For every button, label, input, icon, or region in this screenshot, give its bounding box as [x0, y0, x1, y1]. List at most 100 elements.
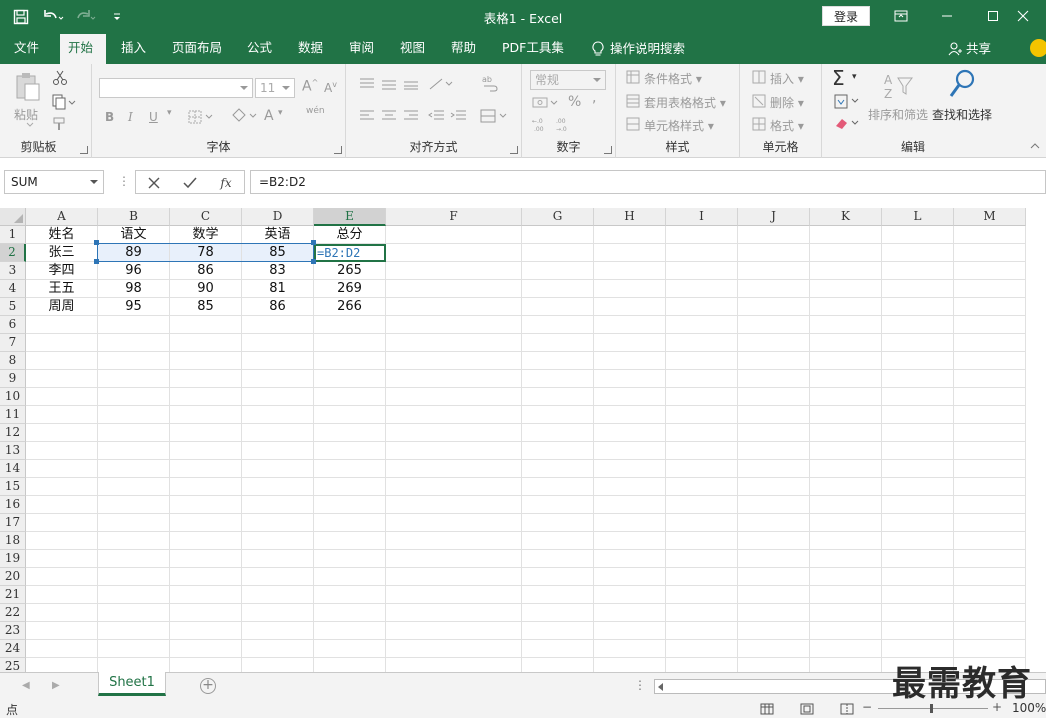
cell-h13[interactable] [594, 442, 666, 460]
decrease-decimal-icon[interactable]: .00→.0 [556, 116, 574, 132]
cell-d8[interactable] [242, 352, 314, 370]
cell-g8[interactable] [522, 352, 594, 370]
cell-k2[interactable] [810, 244, 882, 262]
cell-j20[interactable] [738, 568, 810, 586]
cell-k1[interactable] [810, 226, 882, 244]
cell-f19[interactable] [386, 550, 522, 568]
italic-icon[interactable]: I [128, 110, 133, 124]
cell-a6[interactable] [26, 316, 98, 334]
formula-input[interactable]: =B2:D2 [250, 170, 1046, 194]
cell-i8[interactable] [666, 352, 738, 370]
cell-j12[interactable] [738, 424, 810, 442]
cell-a21[interactable] [26, 586, 98, 604]
cell-j3[interactable] [738, 262, 810, 280]
cell-k23[interactable] [810, 622, 882, 640]
cell-l3[interactable] [882, 262, 954, 280]
cell-e7[interactable] [314, 334, 386, 352]
cell-i16[interactable] [666, 496, 738, 514]
cell-m21[interactable] [954, 586, 1026, 604]
tab-view[interactable]: 视图 [392, 34, 433, 64]
cell-m6[interactable] [954, 316, 1026, 334]
cell-d24[interactable] [242, 640, 314, 658]
ribbon-display-icon[interactable] [878, 0, 924, 32]
cell-h11[interactable] [594, 406, 666, 424]
increase-decimal-icon[interactable]: ←.0.00 [532, 116, 550, 132]
format-cells-button[interactable]: 格式 ▾ [770, 117, 804, 134]
cell-k15[interactable] [810, 478, 882, 496]
cell-j10[interactable] [738, 388, 810, 406]
increase-font-icon[interactable]: A^ [302, 78, 318, 95]
cell-c10[interactable] [170, 388, 242, 406]
cell-e8[interactable] [314, 352, 386, 370]
cell-g3[interactable] [522, 262, 594, 280]
row-header-16[interactable]: 16 [0, 496, 26, 514]
cell-f11[interactable] [386, 406, 522, 424]
cell-g16[interactable] [522, 496, 594, 514]
cell-c16[interactable] [170, 496, 242, 514]
cell-a14[interactable] [26, 460, 98, 478]
cell-i10[interactable] [666, 388, 738, 406]
cell-i6[interactable] [666, 316, 738, 334]
cell-a24[interactable] [26, 640, 98, 658]
cell-b15[interactable] [98, 478, 170, 496]
cell-c25[interactable] [170, 658, 242, 672]
paste-icon[interactable] [14, 72, 42, 102]
cell-d21[interactable] [242, 586, 314, 604]
wrap-text-icon[interactable]: ab [482, 74, 498, 92]
column-header-e[interactable]: E [314, 208, 386, 226]
cell-e12[interactable] [314, 424, 386, 442]
cell-h12[interactable] [594, 424, 666, 442]
cell-e22[interactable] [314, 604, 386, 622]
cell-f21[interactable] [386, 586, 522, 604]
cell-l11[interactable] [882, 406, 954, 424]
cell-i1[interactable] [666, 226, 738, 244]
sheet-prev-icon[interactable]: ◀ [22, 680, 30, 691]
cell-b2[interactable]: 89 [98, 244, 170, 262]
cell-e10[interactable] [314, 388, 386, 406]
cell-l12[interactable] [882, 424, 954, 442]
cell-a12[interactable] [26, 424, 98, 442]
column-header-j[interactable]: J [738, 208, 810, 226]
cell-h25[interactable] [594, 658, 666, 672]
cell-c8[interactable] [170, 352, 242, 370]
cell-e21[interactable] [314, 586, 386, 604]
cell-d20[interactable] [242, 568, 314, 586]
cell-f23[interactable] [386, 622, 522, 640]
cell-j6[interactable] [738, 316, 810, 334]
row-header-10[interactable]: 10 [0, 388, 26, 406]
conditional-format-button[interactable]: 条件格式 ▾ [644, 70, 702, 87]
cell-k4[interactable] [810, 280, 882, 298]
cell-h3[interactable] [594, 262, 666, 280]
zoom-slider[interactable] [878, 708, 988, 709]
row-header-5[interactable]: 5 [0, 298, 26, 316]
cell-j21[interactable] [738, 586, 810, 604]
cell-f18[interactable] [386, 532, 522, 550]
cell-k16[interactable] [810, 496, 882, 514]
delete-cells-button[interactable]: 删除 ▾ [770, 94, 804, 111]
row-header-24[interactable]: 24 [0, 640, 26, 658]
cell-d3[interactable]: 83 [242, 262, 314, 280]
cell-c14[interactable] [170, 460, 242, 478]
cell-j18[interactable] [738, 532, 810, 550]
row-header-1[interactable]: 1 [0, 226, 26, 244]
align-middle-icon[interactable] [382, 78, 396, 90]
underline-dropdown-icon[interactable]: ▾ [167, 108, 172, 118]
login-button[interactable]: 登录 [822, 6, 870, 26]
fill-color-icon[interactable] [230, 108, 260, 124]
cell-a2[interactable]: 张三 [26, 244, 98, 262]
cell-e1[interactable]: 总分 [314, 226, 386, 244]
cell-l5[interactable] [882, 298, 954, 316]
cell-m20[interactable] [954, 568, 1026, 586]
reference-resize-handle[interactable] [94, 259, 99, 264]
underline-icon[interactable]: U [149, 110, 158, 124]
cell-c4[interactable]: 90 [170, 280, 242, 298]
cell-f5[interactable] [386, 298, 522, 316]
cell-f16[interactable] [386, 496, 522, 514]
cell-e13[interactable] [314, 442, 386, 460]
cell-f1[interactable] [386, 226, 522, 244]
cell-a3[interactable]: 李四 [26, 262, 98, 280]
normal-view-icon[interactable] [760, 703, 774, 715]
share-button[interactable]: 共享 [948, 34, 991, 64]
autosum-dropdown-icon[interactable]: ▾ [852, 72, 857, 82]
cell-e5[interactable]: 266 [314, 298, 386, 316]
